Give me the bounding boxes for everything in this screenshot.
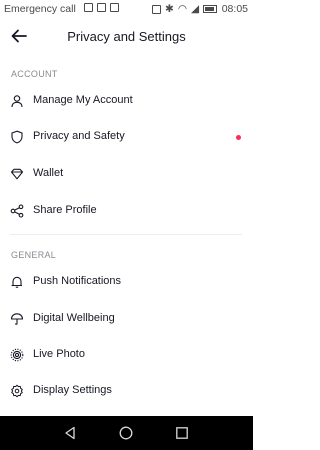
signal-icon: ◢	[190, 3, 200, 15]
status-system-icons: ✱ ◠ ◢	[152, 3, 218, 15]
menu-item-share-profile[interactable]: Share Profile	[0, 193, 253, 229]
nav-home-icon[interactable]	[118, 425, 134, 441]
gallery-icon	[84, 3, 93, 12]
download-icon	[110, 3, 119, 12]
menu-item-label: Wallet	[33, 167, 64, 179]
battery-icon	[203, 5, 218, 13]
menu-item-label: Live Photo	[33, 348, 85, 360]
live-photo-icon	[10, 348, 24, 362]
menu-item-push-notifications[interactable]: Push Notifications	[0, 264, 253, 300]
menu-item-privacy-safety[interactable]: Privacy and Safety	[0, 119, 253, 155]
menu-item-label: Privacy and Safety	[33, 130, 125, 142]
sim-icon	[97, 3, 106, 12]
diamond-icon	[10, 168, 24, 180]
bell-icon	[11, 276, 22, 288]
bluetooth-icon: ✱	[165, 3, 174, 15]
status-bar: Emergency call ✱ ◠ ◢ 08:05	[0, 0, 253, 18]
menu-item-label: Display Settings	[33, 384, 112, 396]
nav-recents-icon[interactable]	[174, 425, 190, 441]
umbrella-icon	[10, 313, 24, 325]
section-header-account: ACCOUNT	[11, 69, 58, 79]
nfc-icon	[152, 4, 161, 14]
app-header: Privacy and Settings	[0, 18, 253, 56]
section-header-general: GENERAL	[11, 250, 57, 260]
clock: 08:05	[221, 3, 248, 15]
section-divider	[10, 234, 242, 235]
system-navigation-bar	[0, 416, 253, 450]
person-icon	[11, 95, 23, 108]
notification-dot	[236, 135, 241, 140]
gear-icon	[11, 384, 23, 398]
shield-icon	[11, 130, 23, 144]
status-notification-icons	[84, 3, 119, 12]
menu-item-label: Manage My Account	[33, 94, 133, 106]
menu-item-manage-account[interactable]: Manage My Account	[0, 83, 253, 119]
menu-item-label: Share Profile	[33, 204, 97, 216]
menu-item-live-photo[interactable]: Live Photo	[0, 337, 253, 373]
menu-item-display-settings[interactable]: Display Settings	[0, 373, 253, 409]
menu-item-label: Digital Wellbeing	[33, 312, 115, 324]
menu-item-label: Push Notifications	[33, 275, 122, 287]
carrier-text: Emergency call	[4, 3, 76, 15]
nav-back-icon[interactable]	[62, 425, 78, 441]
menu-item-wallet[interactable]: Wallet	[0, 156, 253, 192]
menu-item-digital-wellbeing[interactable]: Digital Wellbeing	[0, 301, 253, 337]
wifi-icon: ◠	[177, 3, 187, 15]
page-title: Privacy and Settings	[67, 29, 186, 44]
share-icon	[10, 204, 24, 218]
